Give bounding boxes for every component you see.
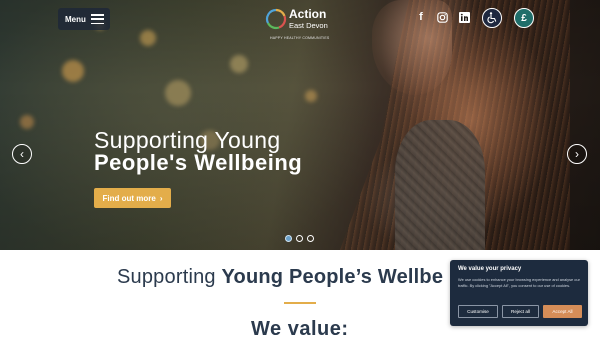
reject-all-button[interactable]: Reject all bbox=[502, 305, 539, 318]
cta-label: Find out more bbox=[102, 193, 156, 203]
cookie-consent-banner: We value your privacy We use cookies to … bbox=[450, 260, 588, 326]
customise-button[interactable]: Customise bbox=[458, 305, 498, 318]
wheelchair-icon bbox=[487, 12, 497, 24]
cookie-actions: Customise Reject all Accept All bbox=[458, 305, 582, 318]
instagram-icon[interactable] bbox=[435, 10, 449, 24]
chevron-right-icon: › bbox=[159, 193, 163, 203]
section-subheading: We value: bbox=[251, 318, 349, 338]
carousel-dot[interactable] bbox=[296, 235, 303, 242]
chevron-left-icon: ‹ bbox=[20, 147, 24, 161]
hamburger-icon bbox=[91, 14, 104, 24]
bokeh-light bbox=[305, 90, 317, 102]
bokeh-light bbox=[230, 55, 248, 73]
find-out-more-button[interactable]: Find out more › bbox=[94, 188, 171, 208]
menu-button[interactable]: Menu bbox=[58, 8, 110, 30]
section-divider bbox=[284, 302, 316, 304]
cookie-body: We use cookies to enhance your browsing … bbox=[458, 277, 580, 288]
bokeh-light bbox=[20, 115, 34, 129]
section-title-light: Supporting bbox=[117, 266, 222, 288]
bokeh-light bbox=[62, 60, 84, 82]
carousel-dot[interactable] bbox=[307, 235, 314, 242]
carousel-next-button[interactable]: › bbox=[567, 144, 587, 164]
bokeh-light bbox=[140, 30, 156, 46]
section-title: Supporting Young People’s Wellbe bbox=[117, 266, 443, 289]
linkedin-icon[interactable] bbox=[457, 10, 471, 24]
carousel-prev-button[interactable]: ‹ bbox=[12, 144, 32, 164]
chevron-right-icon: › bbox=[575, 147, 579, 161]
facebook-icon[interactable]: f bbox=[414, 10, 428, 24]
carousel-dot[interactable] bbox=[285, 235, 292, 242]
menu-label: Menu bbox=[65, 14, 86, 24]
logo-name-line2: East Devon bbox=[289, 21, 328, 30]
bokeh-light bbox=[165, 80, 191, 106]
logo-tagline: HAPPY HEALTHY COMMUNITIES bbox=[270, 36, 330, 40]
donate-button[interactable]: £ bbox=[514, 8, 534, 28]
pound-icon: £ bbox=[521, 12, 527, 24]
accept-all-button[interactable]: Accept All bbox=[543, 305, 582, 318]
site-logo[interactable]: Action East Devon HAPPY HEALTHY COMMUNIT… bbox=[265, 6, 337, 46]
person-scarf bbox=[395, 120, 485, 250]
hero-banner: Menu Action East Devon HAPPY HEALTHY COM… bbox=[0, 0, 600, 250]
logo-name-line1: Action bbox=[289, 7, 327, 21]
logo-mark-icon bbox=[265, 8, 287, 30]
carousel-pagination bbox=[285, 235, 314, 242]
cookie-title: We value your privacy bbox=[458, 266, 522, 272]
hero-headline-line2: People's Wellbeing bbox=[94, 150, 303, 175]
accessibility-button[interactable] bbox=[482, 8, 502, 28]
section-title-bold: Young People’s Wellbe bbox=[221, 266, 444, 288]
